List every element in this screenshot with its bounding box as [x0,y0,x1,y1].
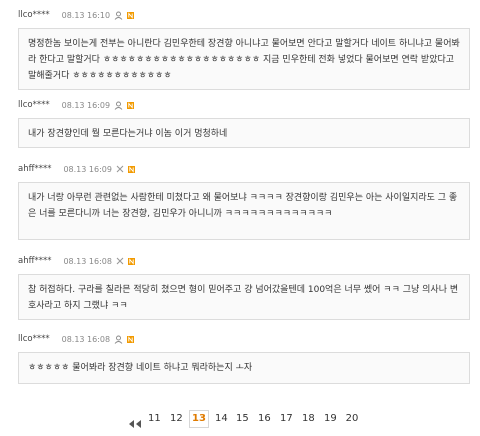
user-icon[interactable] [114,101,123,110]
comment-username[interactable]: llco**** [18,10,50,20]
comment-item: llco**** 08.13 16:10 명정한놈 보이는게 전부는 아니란다 … [18,8,472,90]
comment-meta: llco**** 08.13 16:09 [18,98,472,112]
page-link-14[interactable]: 14 [215,410,228,428]
user-icon[interactable] [114,11,123,20]
comment-text: 명정한놈 보이는게 전부는 아니란다 김민우한테 장견향 아니냐고 물어보면 안… [28,39,460,81]
page-link-17[interactable]: 17 [280,410,293,428]
comment-date: 08.13 16:09 [61,100,111,110]
page-link-16[interactable]: 16 [258,410,271,428]
page-link-11[interactable]: 11 [148,410,161,428]
user-icon[interactable] [114,335,123,344]
comment-username[interactable]: ahff**** [18,164,51,174]
comment-username[interactable]: llco**** [18,100,50,110]
page-link-19[interactable]: 19 [324,410,337,428]
comment-text: 참 허접하다. 구라를 칠라믄 적당히 쳤으면 형이 믿어주고 걍 넘어갔을텐데… [28,285,459,311]
page-link-18[interactable]: 18 [302,410,315,428]
close-icon[interactable] [116,165,124,173]
comment-text: 내가 너랑 아무런 관련없는 사람한테 미쳤다고 왜 물어보냐 ㅋㅋㅋㅋ 장견향… [28,193,458,219]
page-link-12[interactable]: 12 [170,410,183,428]
prev-page-icon[interactable] [128,414,142,428]
comment-username[interactable]: ahff**** [18,256,51,266]
comment-item: ahff**** 08.13 16:08 참 허접하다. 구라를 칠라믄 적당히… [18,254,472,320]
n-badge-icon [127,257,135,265]
comment-username[interactable]: llco**** [18,334,50,344]
comment-text: 내가 장견향인데 뭘 모른다는거냐 이놈 이거 멍청하네 [28,129,228,139]
comment-item: llco**** 08.13 16:09 내가 장견향인데 뭘 모른다는거냐 이… [18,98,472,148]
comment-body: 명정한놈 보이는게 전부는 아니란다 김민우한테 장견향 아니냐고 물어보면 안… [18,28,470,90]
n-badge-icon [127,11,135,19]
comment-meta: ahff**** 08.13 16:09 [18,162,472,176]
comment-text: ㅎㅎㅎㅎㅎ 물어봐라 장견향 네이트 하냐고 뭐라하는지 ㅗ자 [28,363,253,373]
comment-item: ahff**** 08.13 16:09 내가 너랑 아무런 관련없는 사람한테… [18,162,472,240]
comment-meta: llco**** 08.13 16:08 [18,332,472,346]
n-badge-icon [127,335,135,343]
comment-meta: llco**** 08.13 16:10 [18,8,472,22]
comment-date: 08.13 16:10 [61,10,111,20]
n-badge-icon [127,101,135,109]
comment-date: 08.13 16:09 [63,164,112,174]
page-link-20[interactable]: 20 [345,410,359,428]
comment-item: llco**** 08.13 16:08 ㅎㅎㅎㅎㅎ 물어봐라 장견향 네이트 … [18,332,472,384]
page-link-15[interactable]: 15 [236,410,249,428]
pagination: 11 12 13 14 15 16 17 18 19 20 [0,410,480,430]
comment-date: 08.13 16:08 [63,256,112,266]
comment-date: 08.13 16:08 [61,334,111,344]
close-icon[interactable] [116,257,124,265]
comment-body: 내가 장견향인데 뭘 모른다는거냐 이놈 이거 멍청하네 [18,118,470,148]
comment-body: ㅎㅎㅎㅎㅎ 물어봐라 장견향 네이트 하냐고 뭐라하는지 ㅗ자 [18,352,470,384]
n-badge-icon [127,165,135,173]
comment-body: 내가 너랑 아무런 관련없는 사람한테 미쳤다고 왜 물어보냐 ㅋㅋㅋㅋ 장견향… [18,182,470,240]
page-link-current[interactable]: 13 [189,410,209,428]
comment-meta: ahff**** 08.13 16:08 [18,254,472,268]
comment-body: 참 허접하다. 구라를 칠라믄 적당히 쳤으면 형이 믿어주고 걍 넘어갔을텐데… [18,274,470,320]
